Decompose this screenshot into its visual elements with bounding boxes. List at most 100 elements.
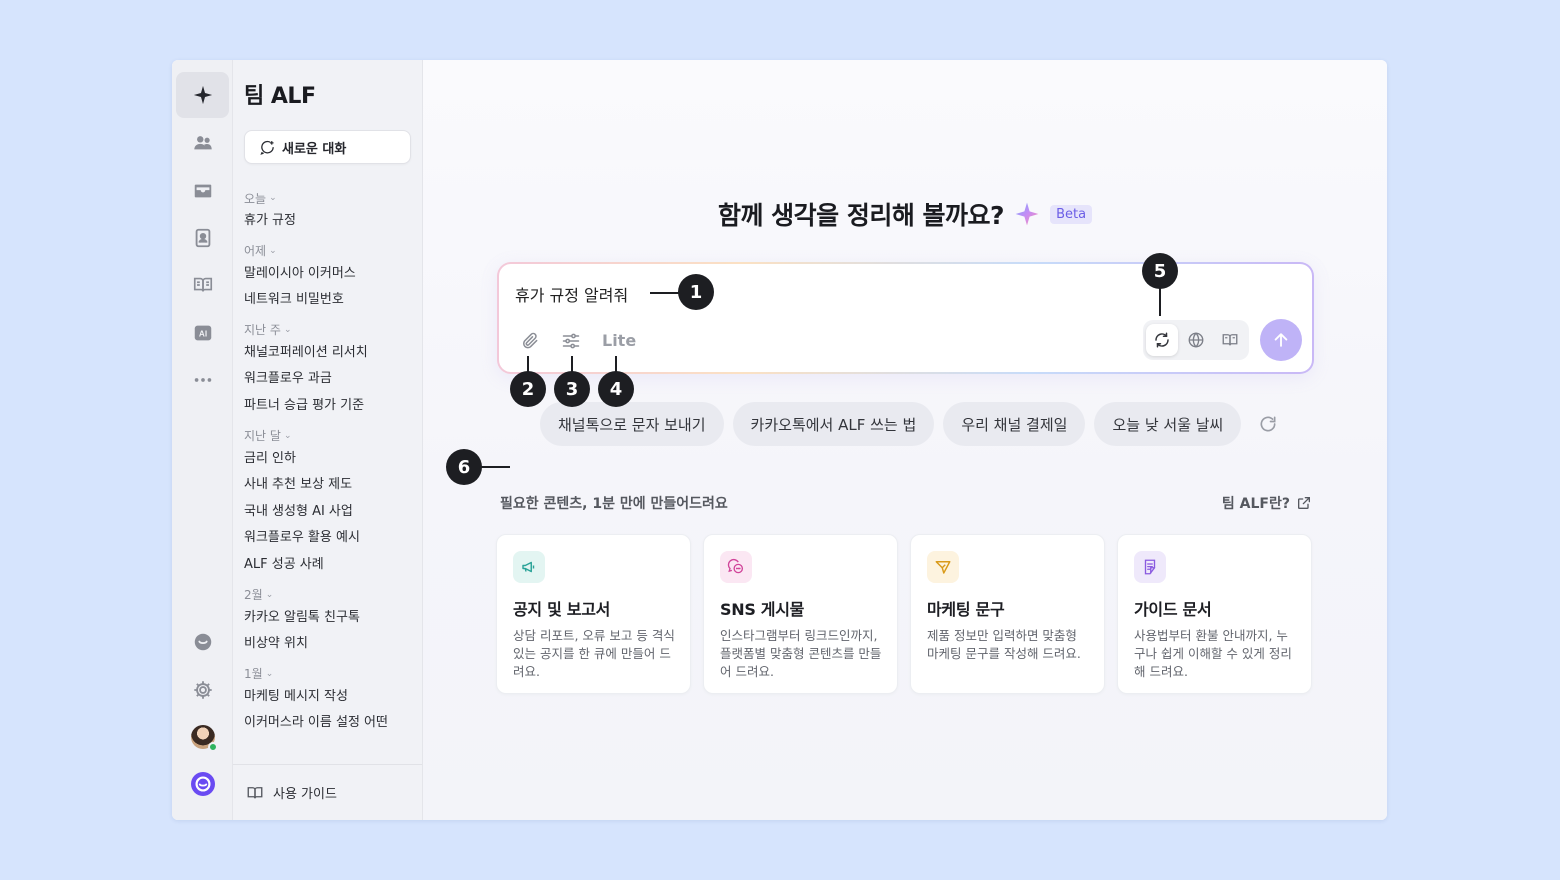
annotation-line (527, 356, 529, 372)
new-chat-icon (260, 140, 274, 155)
list-item[interactable]: 워크플로우 과금 (244, 366, 419, 393)
sidebar-title: 팀 ALF (244, 84, 316, 109)
about-team-alf-link[interactable]: 팀 ALF란? (1222, 493, 1312, 513)
composer-input[interactable]: 휴가 규정 알려줘 (515, 282, 628, 306)
online-status-dot (207, 742, 218, 752)
annotation-line (571, 356, 573, 372)
list-item[interactable]: 워크플로우 활용 예시 (244, 525, 419, 552)
annotation-line (615, 356, 617, 372)
card-title: 공지 및 보고서 (513, 600, 611, 619)
brand-icon[interactable] (176, 761, 229, 807)
team-icon[interactable] (176, 120, 229, 166)
annotation-marker: 1 (678, 274, 714, 310)
group-label[interactable]: 지난 달 ⌄ (244, 426, 419, 446)
list-item[interactable]: 마케팅 메시지 작성 (244, 684, 419, 711)
list-item[interactable]: 말레이시아 이커머스 (244, 261, 419, 288)
chevron-down-icon: ⌄ (269, 193, 277, 203)
annotation-marker: 5 (1142, 253, 1178, 289)
card-description: 사용법부터 환불 안내까지, 누구나 쉽게 이해할 수 있게 정리해 드려요. (1134, 628, 1292, 679)
chevron-down-icon: ⌄ (269, 245, 277, 256)
group-label[interactable]: 오늘 ⌄ (244, 188, 419, 208)
annotation-line (1159, 288, 1161, 316)
list-item[interactable]: 금리 인하 (244, 446, 419, 473)
annotation-marker: 2 (510, 371, 546, 407)
sparkle-icon[interactable] (176, 72, 229, 118)
list-item[interactable]: 이커머스라 이름 설정 어떤 (244, 710, 419, 737)
annotation-marker: 4 (598, 371, 634, 407)
main-panel: 함께 생각을 정리해 볼까요? Beta 휴가 규정 알려줘 Lite 채널톡으… (423, 60, 1387, 820)
list-item[interactable]: 채널코퍼레이션 리서치 (244, 340, 419, 367)
settings-icon[interactable] (176, 667, 229, 713)
content-card-marketing[interactable]: 마케팅 문구 제품 정보만 입력하면 맞춤형 마케팅 문구를 작성해 드려요. (910, 534, 1105, 694)
list-item[interactable]: 사내 추천 보상 제도 (244, 472, 419, 499)
refresh-suggestions-icon[interactable] (1256, 412, 1280, 436)
group-label[interactable]: 1월 ⌄ (244, 664, 419, 684)
refresh-icon[interactable] (1146, 324, 1178, 356)
suggestion-chip[interactable]: 카카오톡에서 ALF 쓰는 법 (732, 402, 935, 446)
icon-rail: AI (172, 60, 233, 820)
book-icon[interactable] (176, 262, 229, 308)
content-card-guide[interactable]: 가이드 문서 사용법부터 환불 안내까지, 누구나 쉽게 이해할 수 있게 정리… (1117, 534, 1312, 694)
app-window: AI 팀 ALF 새로운 대화 오늘 ⌄ 휴가 규정 어제 ⌄ 말레이시아 이커머스 (172, 60, 1387, 820)
list-item[interactable]: 파트너 승급 평가 기준 (244, 393, 419, 420)
book-icon (247, 786, 263, 798)
arrow-up-icon (1274, 333, 1288, 347)
user-guide-link[interactable]: 사용 가이드 (233, 764, 422, 820)
conversation-sidebar: 팀 ALF 새로운 대화 오늘 ⌄ 휴가 규정 어제 ⌄ 말레이시아 이커머스 네트… (233, 60, 423, 820)
megaphone-icon (513, 551, 545, 583)
inbox-icon[interactable] (176, 168, 229, 214)
suggestion-chip[interactable]: 오늘 낮 서울 날씨 (1094, 402, 1242, 446)
svg-text:AI: AI (198, 330, 206, 339)
globe-icon[interactable] (1180, 324, 1212, 356)
chevron-down-icon: ⌄ (283, 324, 292, 335)
document-icon (1134, 551, 1166, 583)
group-label[interactable]: 어제 ⌄ (244, 241, 419, 261)
list-item[interactable]: ALF 성공 사례 (244, 552, 419, 579)
chevron-down-icon: ⌄ (265, 589, 274, 600)
external-link-icon (1298, 497, 1310, 509)
card-title: 마케팅 문구 (927, 600, 1005, 619)
attach-icon[interactable] (519, 330, 541, 352)
chevron-down-icon: ⌄ (265, 668, 274, 679)
avatar[interactable] (176, 714, 229, 760)
suggestion-chips: 채널톡으로 문자 보내기 카카오톡에서 ALF 쓰는 법 우리 채널 결제일 오… (540, 402, 1280, 446)
ai-icon[interactable]: AI (176, 310, 229, 356)
headline: 함께 생각을 정리해 볼까요? Beta (423, 196, 1387, 232)
chat-icon (720, 551, 752, 583)
send-button[interactable] (1260, 319, 1302, 361)
group-label[interactable]: 지난 주 ⌄ (244, 320, 419, 340)
more-icon[interactable] (176, 357, 229, 403)
conversation-list: 오늘 ⌄ 휴가 규정 어제 ⌄ 말레이시아 이커머스 네트워크 비밀번호 지난 주 ⌄… (244, 188, 419, 758)
suggestion-chip[interactable]: 채널톡으로 문자 보내기 (540, 402, 724, 446)
card-description: 상담 리포트, 오류 보고 등 격식 있는 공지를 한 큐에 만들어 드려요. (513, 628, 675, 679)
annotation-marker: 3 (554, 371, 590, 407)
list-item[interactable]: 비상약 위치 (244, 631, 419, 658)
list-item[interactable]: 국내 생성형 AI 사업 (244, 499, 419, 526)
list-item[interactable]: 카카오 알림톡 친구톡 (244, 605, 419, 632)
content-card-sns[interactable]: SNS 게시물 인스타그램부터 링크드인까지, 플랫폼별 맞춤형 콘텐츠를 만들… (703, 534, 898, 694)
chevron-down-icon: ⌄ (283, 430, 292, 441)
card-title: 가이드 문서 (1134, 600, 1212, 619)
chat-bubble-icon[interactable] (176, 619, 229, 665)
page-title: 함께 생각을 정리해 볼까요? (717, 201, 1005, 230)
contact-icon[interactable] (176, 215, 229, 261)
new-chat-button[interactable]: 새로운 대화 (244, 130, 411, 164)
group-label[interactable]: 2월 ⌄ (244, 585, 419, 605)
card-description: 인스타그램부터 링크드인까지, 플랫폼별 맞춤형 콘텐츠를 만들어 드려요. (720, 628, 882, 679)
annotation-line (650, 292, 680, 294)
composer: 휴가 규정 알려줘 Lite (497, 262, 1314, 374)
send-icon (927, 551, 959, 583)
content-cards: 공지 및 보고서 상담 리포트, 오류 보고 등 격식 있는 공지를 한 큐에 … (496, 534, 1312, 694)
section-title: 필요한 콘텐츠, 1분 만에 만들어드려요 (500, 496, 728, 512)
suggestion-chip[interactable]: 우리 채널 결제일 (943, 402, 1086, 446)
book-icon[interactable] (1214, 324, 1246, 356)
content-card-notice[interactable]: 공지 및 보고서 상담 리포트, 오류 보고 등 격식 있는 공지를 한 큐에 … (496, 534, 691, 694)
tool-toggle-group (1143, 320, 1249, 360)
card-description: 제품 정보만 입력하면 맞춤형 마케팅 문구를 작성해 드려요. (927, 628, 1081, 661)
settings-sliders-icon[interactable] (560, 330, 582, 352)
model-mode-toggle[interactable]: Lite (602, 331, 636, 350)
annotation-line (480, 466, 510, 468)
list-item[interactable]: 네트워크 비밀번호 (244, 287, 419, 314)
list-item[interactable]: 휴가 규정 (244, 208, 419, 235)
beta-badge: Beta (1050, 204, 1093, 224)
